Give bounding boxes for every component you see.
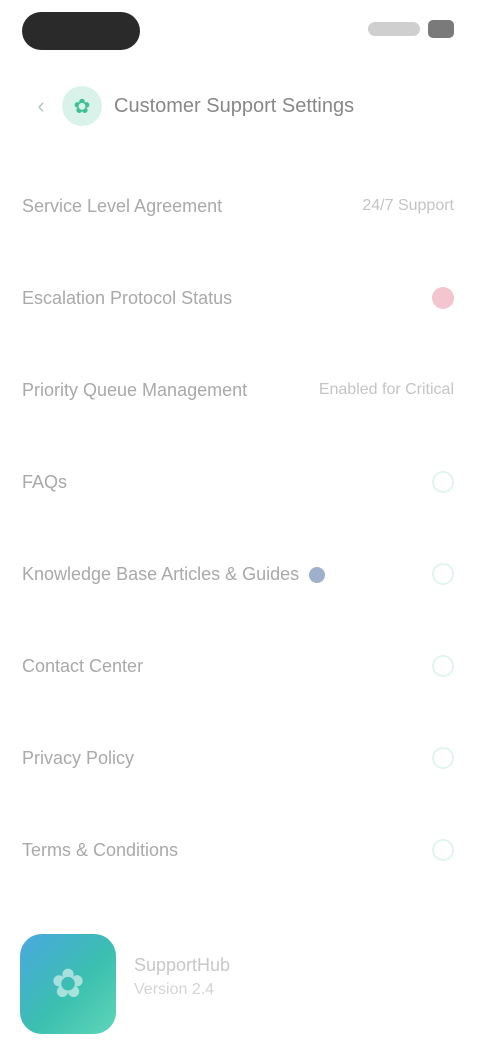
battery-icon	[428, 20, 454, 38]
settings-row-priority-queue[interactable]: Priority Queue Management Enabled for Cr…	[0, 344, 480, 436]
row-label: Escalation Protocol Status	[22, 288, 233, 308]
status-time-pill	[22, 12, 140, 50]
header: ‹ ✿ Customer Support Settings	[0, 78, 480, 134]
status-indicators	[368, 20, 454, 38]
settings-list: Service Level Agreement 24/7 Support Esc…	[0, 160, 480, 896]
settings-row-terms[interactable]: Terms & Conditions	[0, 804, 480, 896]
settings-row-contact-center[interactable]: Contact Center	[0, 620, 480, 712]
info-icon[interactable]	[309, 567, 326, 584]
chevron-right-icon	[432, 563, 454, 585]
row-value: Enabled for Critical	[318, 381, 454, 398]
signal-icon	[368, 22, 420, 36]
settings-row-sla[interactable]: Service Level Agreement 24/7 Support	[0, 160, 480, 252]
settings-row-faqs[interactable]: FAQs	[0, 436, 480, 528]
settings-row-privacy-policy[interactable]: Privacy Policy	[0, 712, 480, 804]
app-text: SupportHub Version 2.4	[134, 934, 230, 1002]
chevron-right-icon	[432, 471, 454, 493]
app-card[interactable]: ✿ SupportHub Version 2.4	[20, 934, 460, 1034]
row-label-wrap: Knowledge Base Articles & Guides	[22, 562, 326, 586]
row-label: FAQs	[22, 472, 68, 492]
settings-row-knowledge-base[interactable]: Knowledge Base Articles & Guides	[0, 528, 480, 620]
row-label: Contact Center	[22, 656, 144, 676]
app-logo-icon: ✿	[20, 934, 116, 1034]
app-name: SupportHub	[134, 955, 231, 975]
row-label: Privacy Policy	[22, 748, 135, 768]
row-label: Priority Queue Management	[22, 380, 248, 400]
chevron-right-icon	[432, 839, 454, 861]
leaf-icon: ✿	[62, 86, 102, 126]
row-label: Knowledge Base Articles & Guides	[22, 564, 300, 584]
status-alert-icon	[432, 287, 454, 309]
status-bar	[0, 0, 480, 64]
back-arrow-icon[interactable]: ‹	[30, 93, 52, 118]
page-title: Customer Support Settings	[114, 94, 355, 117]
chevron-right-icon	[432, 655, 454, 677]
row-label: Terms & Conditions	[22, 840, 179, 860]
row-value: 24/7 Support	[362, 197, 454, 214]
settings-row-escalation[interactable]: Escalation Protocol Status	[0, 252, 480, 344]
chevron-right-icon	[432, 747, 454, 769]
app-version: Version 2.4	[134, 981, 215, 998]
row-label: Service Level Agreement	[22, 196, 223, 216]
